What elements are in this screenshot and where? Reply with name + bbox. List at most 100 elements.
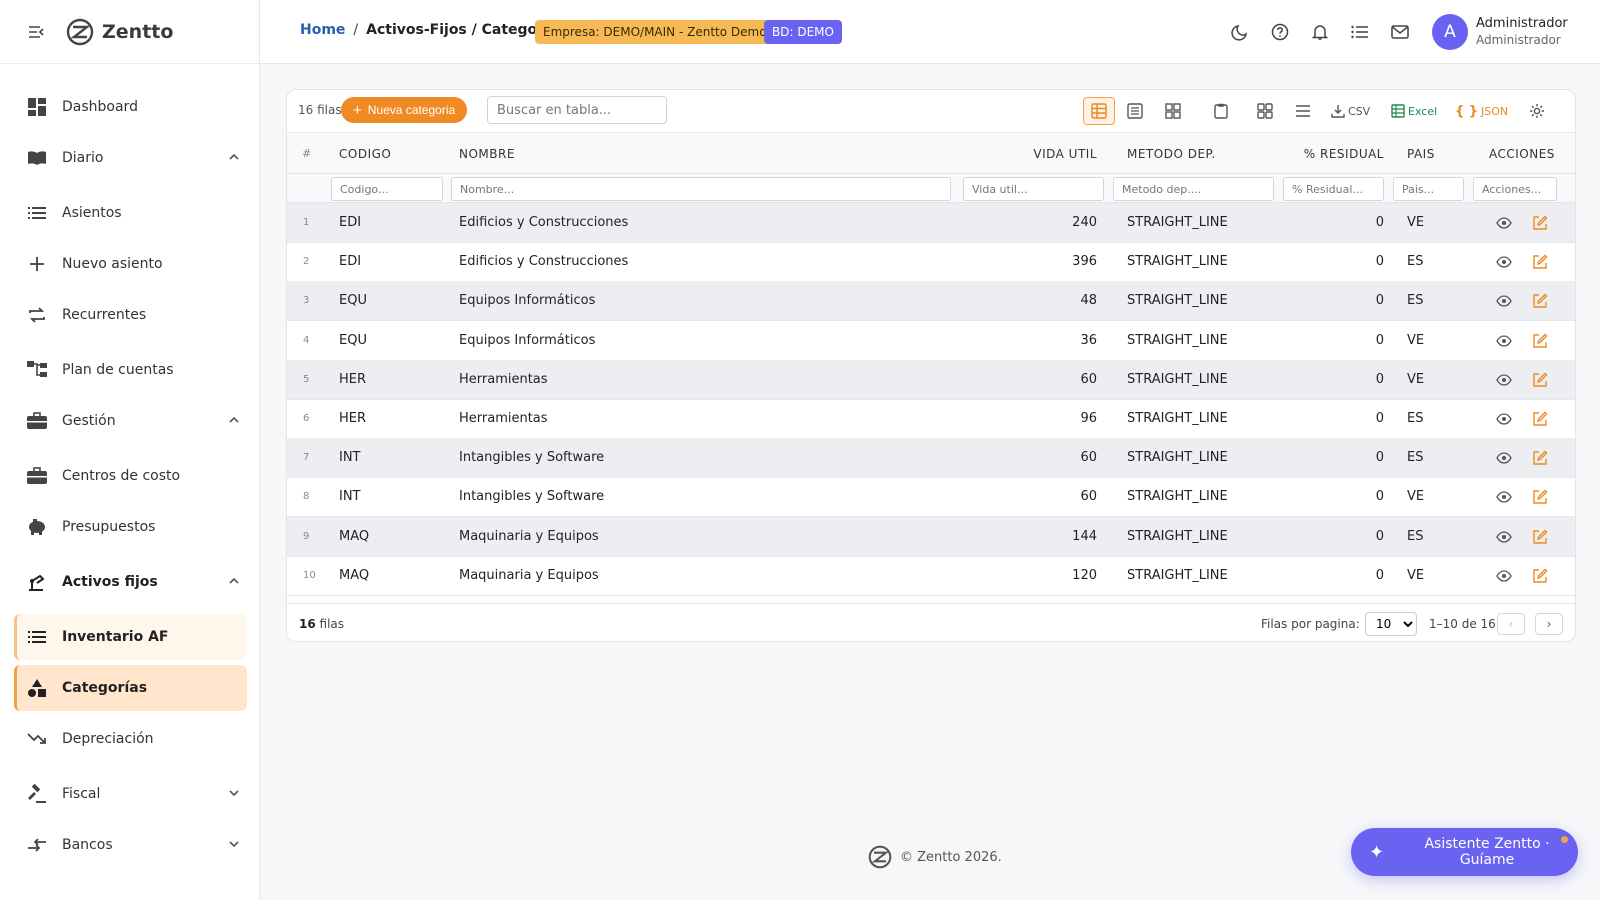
density-icon[interactable] <box>1291 97 1315 125</box>
view-eye-icon[interactable] <box>1495 567 1513 585</box>
sidebar-item-gestion[interactable]: Gestión <box>14 398 247 444</box>
prev-page-button[interactable]: ‹ <box>1497 613 1525 635</box>
sidebar-item-recurrentes[interactable]: Recurrentes <box>14 292 247 338</box>
table-row[interactable]: 6 HER Herramientas 96 STRAIGHT_LINE 0 ES <box>287 399 1575 439</box>
edit-icon[interactable] <box>1531 253 1549 271</box>
view-eye-icon[interactable] <box>1495 214 1513 232</box>
collapse-menu-icon[interactable] <box>28 23 46 41</box>
column-header-vida-util[interactable]: VIDA UTIL <box>1033 147 1097 161</box>
view-eye-icon[interactable] <box>1495 488 1513 506</box>
table-row[interactable]: 4 EQU Equipos Informáticos 36 STRAIGHT_LINE 0… <box>287 321 1575 361</box>
trending-down-icon <box>26 728 48 750</box>
sidebar-item-fiscal[interactable]: Fiscal <box>14 771 247 817</box>
view-eye-icon[interactable] <box>1495 410 1513 428</box>
table-view-icon[interactable] <box>1083 97 1115 125</box>
account-tree-icon <box>26 359 48 381</box>
edit-icon[interactable] <box>1531 488 1549 506</box>
column-header-metodo-dep[interactable]: METODO DEP. <box>1127 147 1216 161</box>
clipboard-icon[interactable] <box>1209 97 1233 125</box>
filter-metodo-dep-input[interactable] <box>1113 177 1274 201</box>
rows-per-page-label: Filas por pagina: <box>1261 617 1360 631</box>
card-view-icon[interactable] <box>1161 97 1185 125</box>
sidebar-item-plan-de-cuentas[interactable]: Plan de cuentas <box>14 347 247 393</box>
table-row[interactable]: 1 EDI Edificios y Construcciones 240 STRAIGH… <box>287 203 1575 243</box>
sidebar-item-centros-de-costo[interactable]: Centros de costo <box>14 453 247 499</box>
dark-mode-icon[interactable] <box>1230 22 1250 42</box>
cell-codigo: EQU <box>339 332 367 348</box>
mail-icon[interactable] <box>1390 22 1410 42</box>
new-category-button[interactable]: + Nueva categoria <box>341 97 468 123</box>
edit-icon[interactable] <box>1531 292 1549 310</box>
table-row[interactable]: 3 EQU Equipos Informáticos 48 STRAIGHT_LINE 0… <box>287 281 1575 322</box>
grid-layout-icon[interactable] <box>1253 97 1277 125</box>
sidebar-item-activos-fijos[interactable]: Activos fijos <box>14 559 247 605</box>
view-eye-icon[interactable] <box>1495 292 1513 310</box>
table-row[interactable]: 10 MAQ Maquinaria y Equipos 120 STRAIGHT_LIN… <box>287 556 1575 596</box>
filter-nombre-input[interactable] <box>451 177 951 201</box>
filter-vida-util-input[interactable] <box>963 177 1104 201</box>
column-header-nombre[interactable]: NOMBRE <box>459 147 515 161</box>
edit-icon[interactable] <box>1531 567 1549 585</box>
rows-per-page-select[interactable]: 10 <box>1365 612 1417 636</box>
notifications-bell-icon[interactable] <box>1310 22 1330 42</box>
sidebar-item-label: Gestión <box>62 413 116 429</box>
cell-metodo-dep: STRAIGHT_LINE <box>1127 215 1228 230</box>
sidebar-item-dashboard[interactable]: Dashboard <box>14 84 247 130</box>
view-eye-icon[interactable] <box>1495 449 1513 467</box>
user-menu[interactable]: A Administrador Administrador <box>1432 14 1568 50</box>
assistant-button[interactable]: ✦ Asistente Zentto · Guíame <box>1351 828 1578 876</box>
table-row[interactable]: 2 EDI Edificios y Construcciones 396 STRAIGH… <box>287 242 1575 283</box>
export-json-button[interactable]: { } JSON <box>1455 97 1508 125</box>
filter-acciones-input[interactable] <box>1473 177 1557 201</box>
table-search-input[interactable] <box>487 96 667 124</box>
brand-logo[interactable]: Zentto <box>66 18 173 46</box>
filter-pais-input[interactable] <box>1393 177 1464 201</box>
column-header-codigo[interactable]: CODIGO <box>339 147 391 161</box>
view-eye-icon[interactable] <box>1495 332 1513 350</box>
column-header-index[interactable]: # <box>302 147 312 160</box>
edit-icon[interactable] <box>1531 332 1549 350</box>
cell-residual: 0 <box>1375 371 1384 387</box>
sidebar-item-categorias[interactable]: Categorías <box>14 665 247 711</box>
brand-name: Zentto <box>102 20 174 43</box>
filter-codigo-input[interactable] <box>331 177 443 201</box>
view-eye-icon[interactable] <box>1495 253 1513 271</box>
table-row[interactable]: 8 INT Intangibles y Software 60 STRAIGHT_LIN… <box>287 477 1575 518</box>
breadcrumb-home-link[interactable]: Home <box>300 22 345 38</box>
sidebar-item-nuevo-asiento[interactable]: Nuevo asiento <box>14 241 247 287</box>
row-index: 8 <box>303 491 310 503</box>
sidebar-item-bancos[interactable]: Bancos <box>14 822 247 868</box>
filter-residual-input[interactable] <box>1283 177 1384 201</box>
view-eye-icon[interactable] <box>1495 371 1513 389</box>
edit-icon[interactable] <box>1531 528 1549 546</box>
sidebar-item-asientos[interactable]: Asientos <box>14 190 247 236</box>
edit-icon[interactable] <box>1531 214 1549 232</box>
table-row[interactable]: 7 INT Intangibles y Software 60 STRAIGHT_LIN… <box>287 438 1575 479</box>
column-header-residual[interactable]: % RESIDUAL <box>1304 147 1384 161</box>
list-view-icon[interactable] <box>1123 97 1147 125</box>
next-page-button[interactable]: › <box>1535 613 1563 635</box>
table-row[interactable]: 5 HER Herramientas 60 STRAIGHT_LINE 0 VE <box>287 359 1575 400</box>
column-header-pais[interactable]: PAIS <box>1407 147 1435 161</box>
avatar[interactable]: A <box>1432 14 1468 50</box>
edit-icon[interactable] <box>1531 449 1549 467</box>
export-excel-button[interactable]: Excel <box>1391 97 1437 125</box>
column-header-acciones[interactable]: ACCIONES <box>1489 147 1555 161</box>
task-list-icon[interactable] <box>1350 22 1370 42</box>
sidebar-item-diario[interactable]: Diario <box>14 135 247 181</box>
sidebar-item-label: Fiscal <box>62 786 101 802</box>
edit-icon[interactable] <box>1531 410 1549 428</box>
sidebar-item-depreciacion[interactable]: Depreciación <box>14 716 247 762</box>
cell-pais: ES <box>1407 293 1424 309</box>
view-eye-icon[interactable] <box>1495 528 1513 546</box>
categories-grid-card: 16 filas + Nueva categoria CSV Excel { }… <box>286 89 1576 642</box>
settings-gear-icon[interactable] <box>1527 97 1547 125</box>
row-index: 4 <box>303 334 310 346</box>
help-icon[interactable] <box>1270 22 1290 42</box>
export-csv-button[interactable]: CSV <box>1331 97 1370 125</box>
table-row[interactable]: 9 MAQ Maquinaria y Equipos 144 STRAIGHT_LINE… <box>287 516 1575 557</box>
empresa-badge[interactable]: Empresa: DEMO/MAIN - Zentto Demo <box>535 20 775 44</box>
edit-icon[interactable] <box>1531 371 1549 389</box>
sidebar-item-presupuestos[interactable]: Presupuestos <box>14 504 247 550</box>
sidebar-item-inventario-af[interactable]: Inventario AF <box>14 614 247 660</box>
